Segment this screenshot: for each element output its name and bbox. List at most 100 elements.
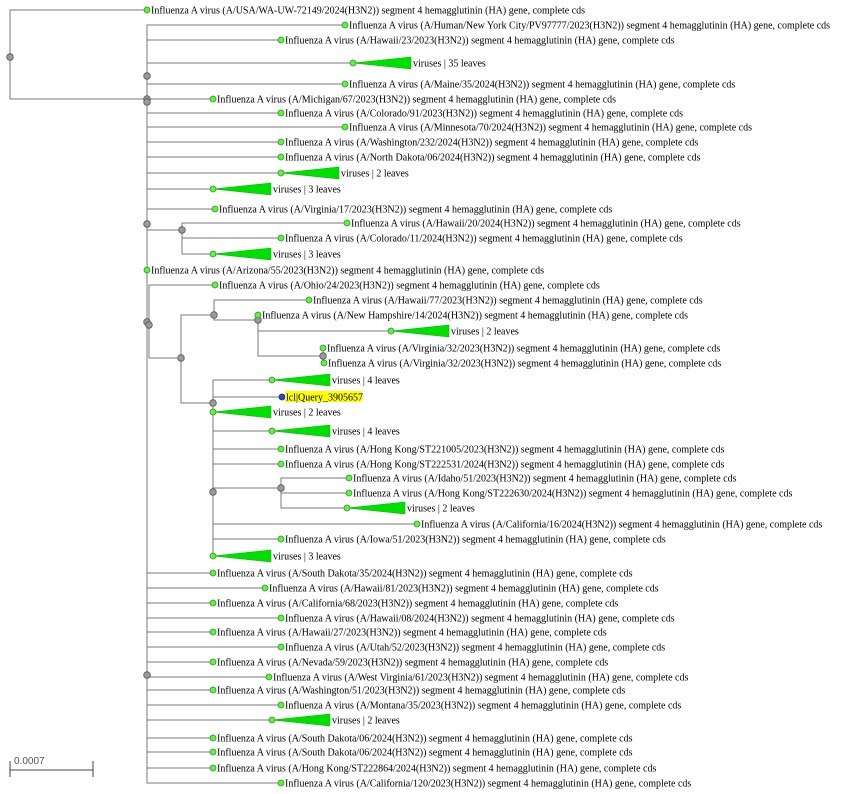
leaf-label[interactable]: Influenza A virus (A/California/16/2024(… xyxy=(421,520,822,531)
leaf-node[interactable] xyxy=(143,6,151,14)
leaf-label[interactable]: Influenza A virus (A/New Hampshire/14/20… xyxy=(262,311,688,322)
collapsed-clade-icon[interactable] xyxy=(212,549,272,563)
leaf-node[interactable] xyxy=(268,716,276,724)
leaf-node[interactable] xyxy=(209,686,217,694)
leaf-node[interactable] xyxy=(268,376,276,384)
leaf-label[interactable]: Influenza A virus (A/California/120/2023… xyxy=(285,779,691,790)
leaf-label[interactable]: Influenza A virus (A/Virginia/17/2023(H3… xyxy=(219,205,612,216)
leaf-node[interactable] xyxy=(209,552,217,560)
collapsed-clade-label[interactable]: viruses | 2 leaves xyxy=(273,408,341,419)
collapsed-clade-icon[interactable] xyxy=(352,56,412,70)
leaf-label[interactable]: Influenza A virus (A/USA/WA-UW-72149/202… xyxy=(151,6,585,17)
leaf-label[interactable]: Influenza A virus (A/North Dakota/06/202… xyxy=(285,153,701,164)
collapsed-clade-icon[interactable] xyxy=(390,324,450,338)
leaf-node[interactable] xyxy=(345,474,353,482)
leaf-node[interactable] xyxy=(254,311,262,319)
leaf-label[interactable]: Influenza A virus (A/Hawaii/27/2023(H3N2… xyxy=(217,628,607,639)
leaf-label[interactable]: Influenza A virus (A/West Virginia/61/20… xyxy=(273,673,688,684)
internal-node[interactable] xyxy=(178,226,186,234)
leaf-node[interactable] xyxy=(209,95,217,103)
leaf-node[interactable] xyxy=(277,36,285,44)
leaf-node[interactable] xyxy=(277,614,285,622)
leaf-label[interactable]: Influenza A virus (A/Hong Kong/ST222531/… xyxy=(285,460,724,471)
leaf-node[interactable] xyxy=(277,169,285,177)
leaf-label[interactable]: Influenza A virus (A/South Dakota/06/202… xyxy=(217,734,633,745)
leaf-label[interactable]: Influenza A virus (A/South Dakota/35/202… xyxy=(217,569,633,580)
internal-node[interactable] xyxy=(143,72,151,80)
leaf-node[interactable] xyxy=(265,673,273,681)
leaf-node[interactable] xyxy=(211,205,219,213)
leaf-node[interactable] xyxy=(209,764,217,772)
leaf-label[interactable]: Influenza A virus (A/Montana/35/2023(H3N… xyxy=(285,701,681,712)
leaf-node[interactable] xyxy=(277,109,285,117)
leaf-node[interactable] xyxy=(341,21,349,29)
collapsed-clade-label[interactable]: viruses | 2 leaves xyxy=(341,169,409,180)
leaf-label[interactable]: Influenza A virus (A/Arizona/55/2023(H3N… xyxy=(151,266,544,277)
leaf-label[interactable]: Influenza A virus (A/Hong Kong/ST222864/… xyxy=(217,764,656,775)
collapsed-clade-icon[interactable] xyxy=(271,424,331,438)
collapsed-clade-icon[interactable] xyxy=(346,501,406,515)
leaf-node[interactable] xyxy=(209,658,217,666)
leaf-label[interactable]: Influenza A virus (A/Human/New York City… xyxy=(349,21,830,32)
collapsed-clade-icon[interactable] xyxy=(212,182,272,196)
leaf-node[interactable] xyxy=(209,408,217,416)
leaf-node[interactable] xyxy=(209,599,217,607)
internal-node[interactable] xyxy=(145,321,153,329)
collapsed-clade-label[interactable]: viruses | 2 leaves xyxy=(332,716,400,727)
leaf-label[interactable]: Influenza A virus (A/Washington/51/2023(… xyxy=(217,686,625,697)
leaf-label[interactable]: Influenza A virus (A/Maine/35/2024(H3N2)… xyxy=(349,80,735,91)
query-label[interactable]: lcl|Query_3905657 xyxy=(286,393,363,404)
leaf-label[interactable]: Influenza A virus (A/Utah/52/2023(H3N2))… xyxy=(285,643,665,654)
leaf-node[interactable] xyxy=(387,327,395,335)
leaf-node[interactable] xyxy=(345,489,353,497)
leaf-label[interactable]: Influenza A virus (A/Hong Kong/ST221005/… xyxy=(285,445,724,456)
leaf-node[interactable] xyxy=(277,701,285,709)
leaf-label[interactable]: Influenza A virus (A/Hong Kong/ST222630/… xyxy=(353,489,792,500)
collapsed-clade-icon[interactable] xyxy=(212,247,272,261)
leaf-node[interactable] xyxy=(320,359,328,367)
leaf-node[interactable] xyxy=(341,80,349,88)
collapsed-clade-icon[interactable] xyxy=(280,166,340,180)
leaf-node[interactable] xyxy=(277,460,285,468)
internal-node[interactable] xyxy=(209,399,217,407)
leaf-label[interactable]: Influenza A virus (A/Hawaii/23/2023(H3N2… xyxy=(285,36,675,47)
leaf-node[interactable] xyxy=(349,59,357,67)
leaf-label[interactable]: Influenza A virus (A/Hawaii/20/2024(H3N2… xyxy=(351,219,741,230)
leaf-node[interactable] xyxy=(319,344,327,352)
internal-node[interactable] xyxy=(143,220,151,228)
leaf-label[interactable]: Influenza A virus (A/California/68/2023(… xyxy=(217,599,618,610)
leaf-node[interactable] xyxy=(209,748,217,756)
leaf-node[interactable] xyxy=(268,427,276,435)
leaf-node[interactable] xyxy=(341,123,349,131)
leaf-label[interactable]: Influenza A virus (A/Iowa/51/2023(H3N2))… xyxy=(285,535,666,546)
leaf-node[interactable] xyxy=(209,569,217,577)
leaf-node[interactable] xyxy=(209,250,217,258)
internal-node[interactable] xyxy=(209,488,217,496)
collapsed-clade-label[interactable]: viruses | 35 leaves xyxy=(413,59,486,70)
leaf-node[interactable] xyxy=(277,643,285,651)
internal-node[interactable] xyxy=(143,671,151,679)
leaf-node[interactable] xyxy=(277,234,285,242)
internal-node[interactable] xyxy=(210,311,218,319)
leaf-node[interactable] xyxy=(209,628,217,636)
leaf-node[interactable] xyxy=(277,779,285,787)
leaf-label[interactable]: Influenza A virus (A/Minnesota/70/2024(H… xyxy=(349,123,752,134)
leaf-label[interactable]: Influenza A virus (A/Hawaii/81/2023(H3N2… xyxy=(269,584,659,595)
internal-node[interactable] xyxy=(319,352,327,360)
internal-node[interactable] xyxy=(177,354,185,362)
collapsed-clade-label[interactable]: viruses | 2 leaves xyxy=(451,327,519,338)
leaf-label[interactable]: Influenza A virus (A/Virginia/32/2023(H3… xyxy=(327,344,720,355)
leaf-label[interactable]: Influenza A virus (A/South Dakota/06/202… xyxy=(217,748,633,759)
leaf-node[interactable] xyxy=(343,219,351,227)
leaf-node[interactable] xyxy=(209,734,217,742)
leaf-node[interactable] xyxy=(211,281,219,289)
leaf-label[interactable]: Influenza A virus (A/Nevada/59/2023(H3N2… xyxy=(217,658,608,669)
leaf-label[interactable]: Influenza A virus (A/Colorado/11/2024(H3… xyxy=(285,234,683,245)
leaf-node[interactable] xyxy=(277,153,285,161)
leaf-label[interactable]: Influenza A virus (A/Idaho/51/2023(H3N2)… xyxy=(353,474,737,485)
query-node[interactable] xyxy=(278,393,286,401)
leaf-node[interactable] xyxy=(277,138,285,146)
leaf-label[interactable]: Influenza A virus (A/Hawaii/08/2024(H3N2… xyxy=(285,614,675,625)
leaf-node[interactable] xyxy=(277,445,285,453)
leaf-node[interactable] xyxy=(143,266,151,274)
